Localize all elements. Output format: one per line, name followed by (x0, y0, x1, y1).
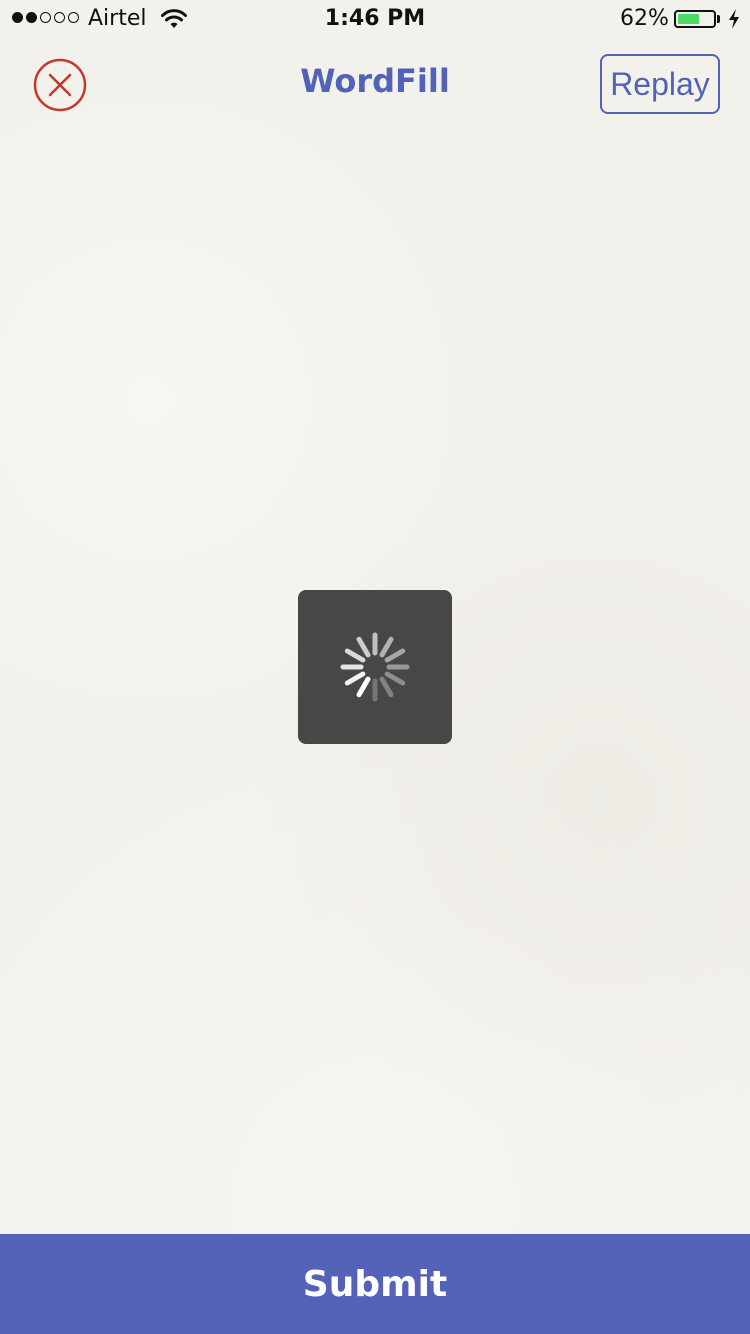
battery-icon (674, 10, 716, 28)
spinner-spoke (344, 671, 366, 686)
battery-level (678, 14, 700, 24)
spinner-spoke (344, 648, 366, 663)
spinner-spoke (356, 676, 371, 698)
submit-button[interactable]: Submit (0, 1234, 750, 1334)
spinner-spoke (379, 676, 394, 698)
loading-indicator (298, 590, 452, 744)
activity-spinner-icon (340, 632, 410, 702)
status-bar: Airtel 1:46 PM 62% (0, 0, 750, 40)
spinner-spoke (379, 636, 394, 658)
replay-button[interactable]: Replay (600, 54, 720, 114)
battery-nub (717, 15, 720, 23)
battery-percent: 62% (620, 6, 669, 31)
spinner-spoke (384, 671, 406, 686)
spinner-spoke (384, 648, 406, 663)
charging-bolt-icon (729, 9, 739, 29)
spinner-spoke (356, 636, 371, 658)
